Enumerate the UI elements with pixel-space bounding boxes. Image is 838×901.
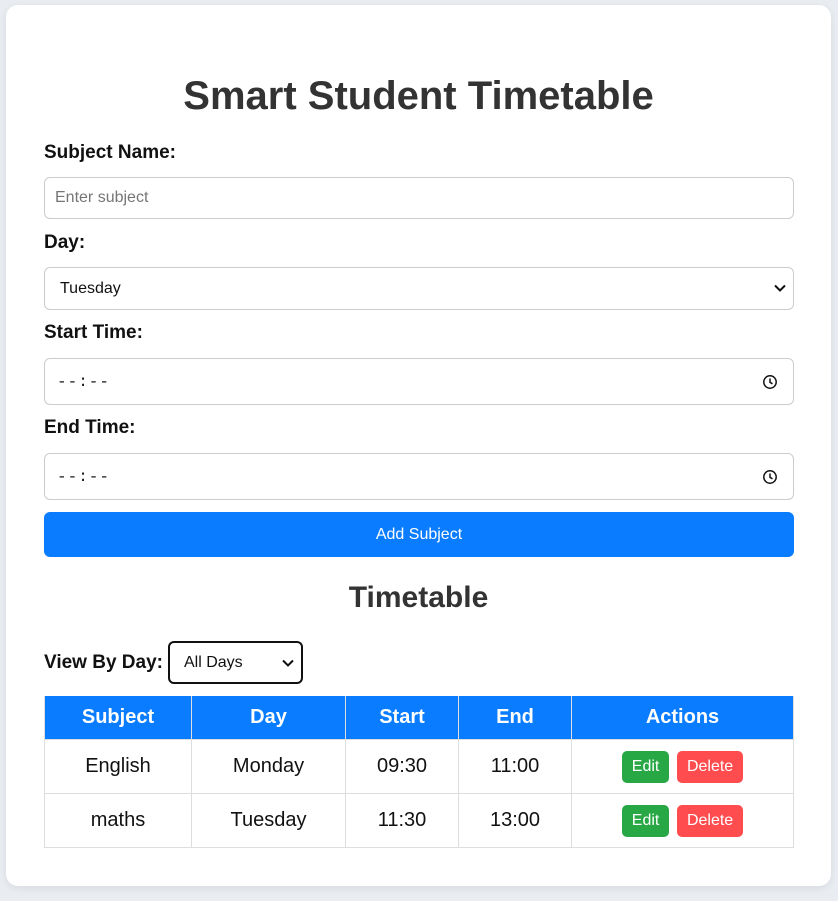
- cell-start: 09:30: [345, 739, 459, 794]
- subject-name-input[interactable]: [44, 177, 794, 219]
- day-label: Day:: [44, 232, 86, 253]
- view-by-day-filter: View By Day: All Days: [44, 641, 303, 684]
- chevron-down-icon: [282, 659, 294, 667]
- view-by-day-label: View By Day:: [44, 651, 163, 673]
- end-time-value: --:--: [57, 467, 111, 486]
- chevron-down-icon: [774, 284, 786, 292]
- table-row: English Monday 09:30 11:00 Edit Delete: [44, 739, 794, 794]
- start-time-value: --:--: [57, 372, 111, 391]
- clock-icon[interactable]: [762, 469, 778, 485]
- end-time-label: End Time:: [44, 417, 136, 438]
- cell-day: Tuesday: [191, 793, 346, 848]
- delete-button[interactable]: Delete: [676, 750, 744, 783]
- view-by-day-select[interactable]: All Days: [167, 641, 303, 684]
- column-header-end: End: [458, 696, 572, 740]
- cell-actions: Edit Delete: [571, 793, 794, 848]
- table-header-row: Subject Day Start End Actions: [44, 696, 794, 740]
- timetable-heading: Timetable: [348, 581, 489, 614]
- cell-subject: maths: [44, 793, 192, 848]
- cell-end: 13:00: [458, 793, 572, 848]
- subject-name-label: Subject Name:: [44, 142, 176, 163]
- add-subject-button[interactable]: Add Subject: [44, 512, 794, 557]
- cell-subject: English: [44, 739, 192, 794]
- cell-actions: Edit Delete: [571, 739, 794, 794]
- delete-button[interactable]: Delete: [676, 804, 744, 837]
- day-select[interactable]: Tuesday: [44, 267, 794, 310]
- page-title: Smart Student Timetable: [183, 74, 654, 118]
- table-row: maths Tuesday 11:30 13:00 Edit Delete: [44, 793, 794, 848]
- start-time-input[interactable]: --:--: [44, 358, 794, 405]
- day-select-value: Tuesday: [60, 279, 121, 297]
- timetable-card: Smart Student Timetable Subject Name: Da…: [6, 5, 831, 886]
- timetable-table: Subject Day Start End Actions English Mo…: [44, 696, 794, 848]
- edit-button[interactable]: Edit: [621, 804, 670, 837]
- cell-start: 11:30: [345, 793, 459, 848]
- end-time-input[interactable]: --:--: [44, 453, 794, 500]
- column-header-subject: Subject: [44, 696, 192, 740]
- view-by-day-value: All Days: [183, 653, 243, 671]
- column-header-actions: Actions: [571, 696, 794, 740]
- start-time-label: Start Time:: [44, 322, 143, 343]
- cell-end: 11:00: [458, 739, 572, 794]
- column-header-start: Start: [345, 696, 459, 740]
- clock-icon[interactable]: [762, 374, 778, 390]
- cell-day: Monday: [191, 739, 346, 794]
- column-header-day: Day: [191, 696, 346, 740]
- edit-button[interactable]: Edit: [621, 750, 670, 783]
